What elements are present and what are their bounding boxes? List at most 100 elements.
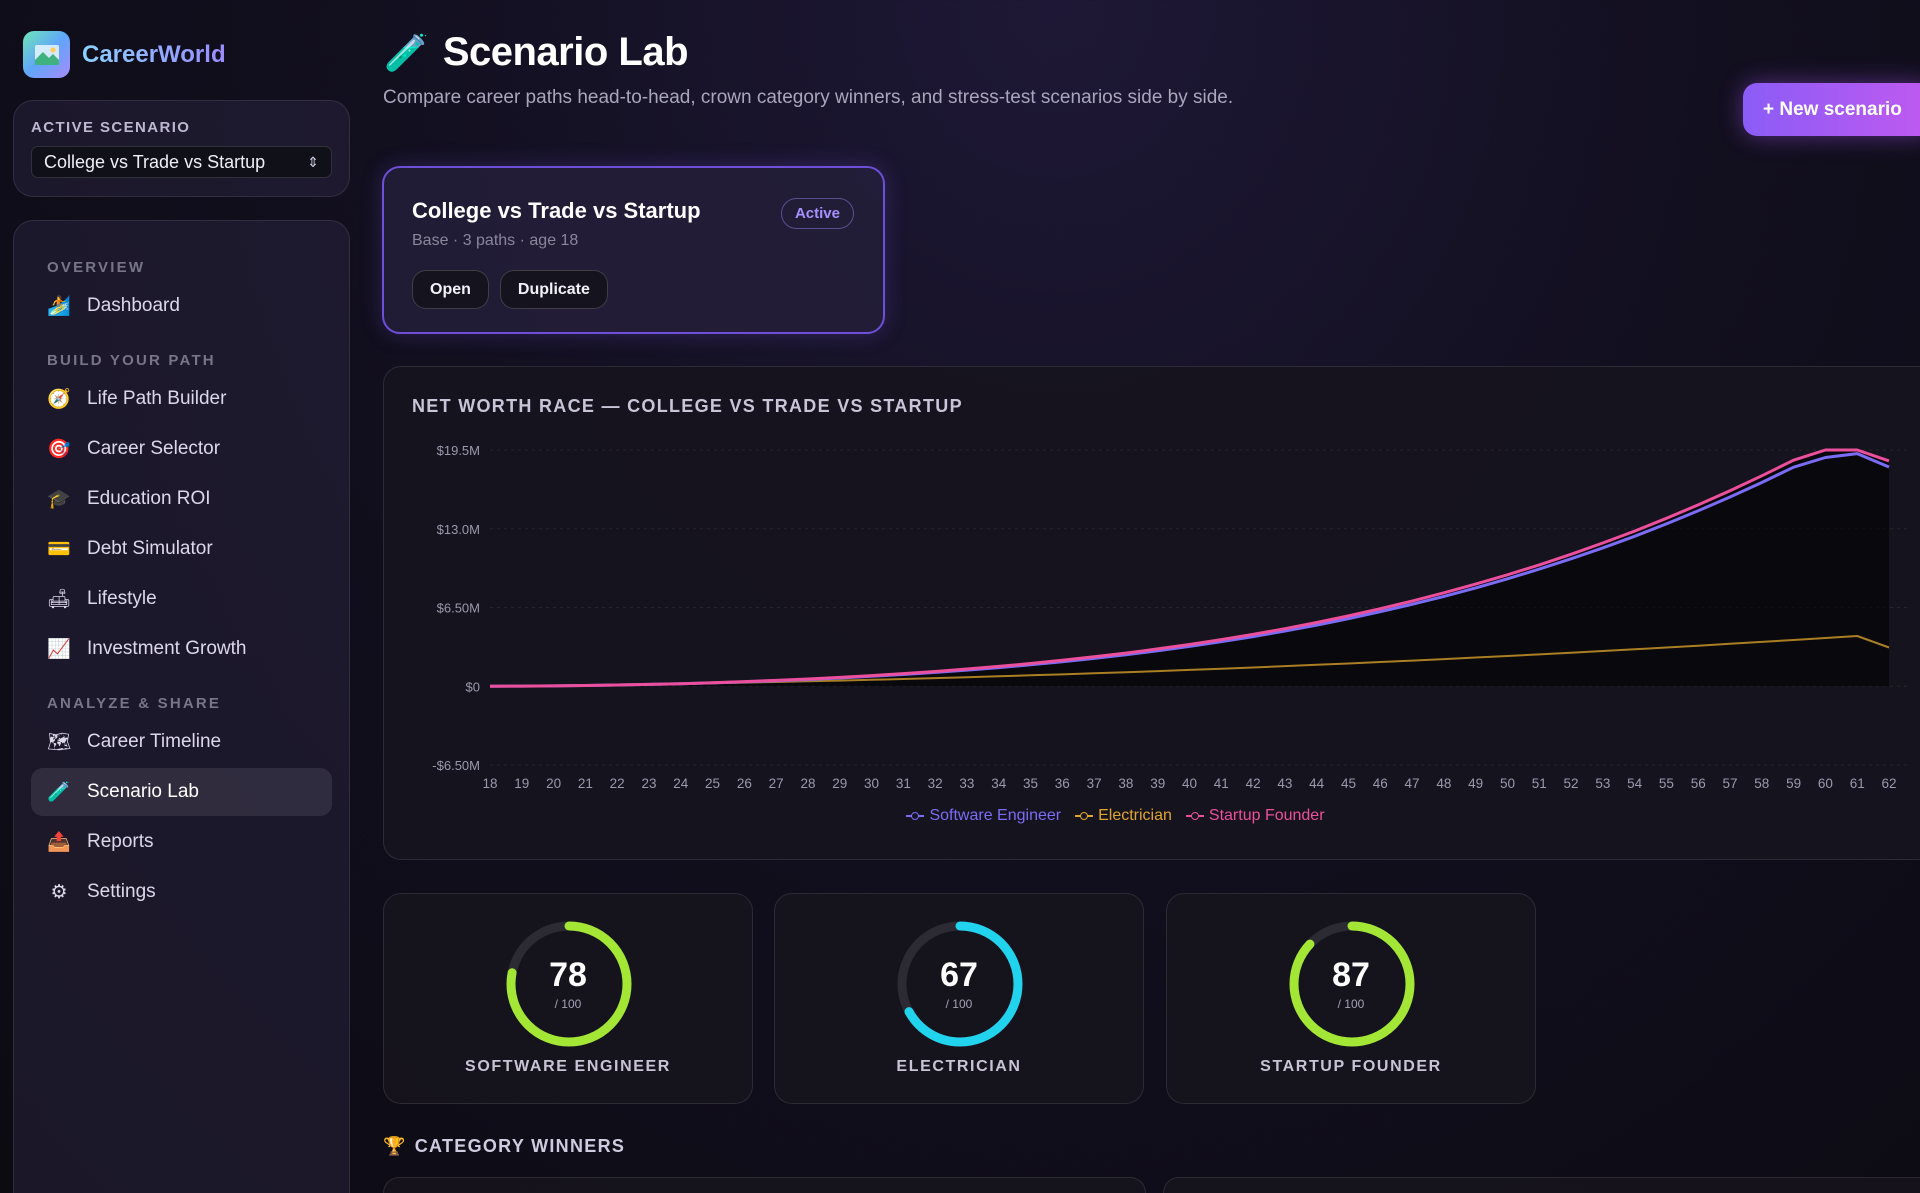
scenario-card-meta: Base · 3 paths · age 18 [412, 232, 579, 249]
x-tick-label: 35 [1023, 776, 1038, 791]
x-tick-label: 51 [1532, 776, 1547, 791]
x-tick-label: 18 [482, 776, 497, 791]
sidebar-item-reports[interactable]: 📤 Reports [31, 818, 332, 866]
x-tick-label: 46 [1373, 776, 1388, 791]
category-winner-card [1163, 1177, 1920, 1193]
sidebar-nav: OVERVIEW 🏄 Dashboard BUILD YOUR PATH 🧭 L… [13, 220, 350, 1193]
score-card-startup-founder: 87 / 100 STARTUP FOUNDER [1166, 893, 1536, 1104]
x-tick-label: 45 [1341, 776, 1356, 791]
sidebar-item-label: Debt Simulator [87, 538, 213, 559]
sidebar-item-life-path-builder[interactable]: 🧭 Life Path Builder [31, 375, 332, 423]
area-fill [490, 450, 1889, 687]
sidebar-item-career-selector[interactable]: 🎯 Career Selector [31, 425, 332, 473]
sidebar-item-settings[interactable]: ⚙ Settings [31, 868, 332, 916]
x-tick-label: 28 [800, 776, 815, 791]
x-tick-label: 57 [1723, 776, 1738, 791]
target-icon: 🎯 [47, 439, 71, 460]
category-winners-title: CATEGORY WINNERS [414, 1136, 626, 1156]
x-tick-label: 37 [1087, 776, 1102, 791]
sidebar-item-investment-growth[interactable]: 📈 Investment Growth [31, 625, 332, 673]
x-tick-label: 43 [1277, 776, 1292, 791]
y-tick-label: -$6.50M [432, 758, 480, 773]
map-icon: 🗺 [47, 732, 72, 753]
x-tick-label: 41 [1214, 776, 1229, 791]
x-tick-label: 23 [641, 776, 656, 791]
x-tick-label: 36 [1055, 776, 1070, 791]
sidebar-item-label: Education ROI [87, 488, 211, 509]
legend-marker-icon [906, 811, 925, 821]
sidebar-item-label: Investment Growth [87, 638, 247, 659]
legend-item[interactable]: Electrician [1075, 807, 1172, 825]
gear-icon: ⚙ [50, 881, 68, 903]
legend-marker-icon [1075, 811, 1094, 821]
page-subtitle: Compare career paths head-to-head, crown… [383, 87, 1234, 108]
credit-card-icon: 💳 [47, 539, 71, 560]
x-tick-label: 39 [1150, 776, 1165, 791]
category-winners-heading: 🏆 CATEGORY WINNERS [383, 1136, 625, 1157]
chart-title: NET WORTH RACE — COLLEGE VS TRADE VS STA… [412, 396, 963, 416]
chart-up-icon: 📈 [47, 639, 71, 660]
x-tick-label: 48 [1436, 776, 1451, 791]
legend-item[interactable]: Software Engineer [906, 807, 1061, 825]
net-worth-chart: $19.5M $13.0M $6.50M $0 -$6.50M18 19 20 21 22 23 2… [432, 443, 1909, 791]
x-tick-label: 20 [546, 776, 561, 791]
legend-item[interactable]: Startup Founder [1185, 807, 1325, 825]
x-tick-label: 40 [1182, 776, 1197, 791]
brand[interactable]: CareerWorld [23, 31, 226, 78]
graduation-cap-icon: 🎓 [47, 489, 71, 510]
x-tick-label: 25 [705, 776, 720, 791]
x-tick-label: 42 [1246, 776, 1261, 791]
open-button[interactable]: Open [412, 270, 489, 309]
x-tick-label: 22 [610, 776, 625, 791]
y-tick-label: $19.5M [437, 443, 480, 458]
x-tick-label: 32 [928, 776, 943, 791]
score-label: ELECTRICIAN [896, 1058, 1022, 1075]
sidebar-item-label: Dashboard [87, 295, 180, 316]
sidebar-item-education-roi[interactable]: 🎓 Education ROI [31, 475, 332, 523]
legend-label: Electrician [1098, 807, 1172, 824]
score-value: 87 [1332, 956, 1370, 994]
net-worth-chart-panel: $19.5M $13.0M $6.50M $0 -$6.50M 18 19 20 21 22 23 2… [383, 366, 1920, 860]
sidebar-item-label: Settings [87, 881, 156, 902]
duplicate-button[interactable]: Duplicate [499, 270, 608, 309]
x-tick-label: 38 [1118, 776, 1133, 791]
sidebar-item-label: Lifestyle [87, 588, 157, 609]
score-label: STARTUP FOUNDER [1260, 1058, 1442, 1075]
x-tick-label: 56 [1691, 776, 1706, 791]
page-title-text: Scenario Lab [442, 30, 689, 74]
sidebar-item-career-timeline[interactable]: 🗺 Career Timeline [31, 718, 332, 766]
sidebar-item-scenario-lab[interactable]: 🧪 Scenario Lab [31, 768, 332, 816]
y-tick-label: $6.50M [437, 601, 480, 616]
nav-section-overview: OVERVIEW [47, 259, 146, 276]
active-scenario-select[interactable]: College vs Trade vs Startup ⇕ [31, 146, 332, 178]
compass-icon: 🧭 [47, 389, 71, 410]
x-tick-label: 59 [1786, 776, 1801, 791]
x-tick-label: 33 [959, 776, 974, 791]
x-tick-label: 61 [1850, 776, 1865, 791]
x-tick-label: 34 [991, 776, 1007, 791]
sidebar-item-lifestyle[interactable]: 🛋 Lifestyle [31, 575, 332, 623]
x-tick-label: 19 [514, 776, 529, 791]
sidebar-item-debt-simulator[interactable]: 💳 Debt Simulator [31, 525, 332, 573]
sidebar-item-dashboard[interactable]: 🏄 Dashboard [31, 282, 332, 330]
y-tick-label: $0 [466, 679, 480, 694]
sidebar-item-label: Reports [87, 831, 154, 852]
x-tick-label: 26 [737, 776, 752, 791]
scenario-card[interactable]: College vs Trade vs Startup Base · 3 pat… [382, 166, 885, 334]
x-tick-label: 58 [1754, 776, 1769, 791]
score-card-software-engineer: 78 / 100 SOFTWARE ENGINEER [383, 893, 753, 1104]
active-scenario-panel: ACTIVE SCENARIO College vs Trade vs Star… [13, 100, 350, 197]
x-tick-label: 44 [1309, 776, 1325, 791]
legend-label: Startup Founder [1208, 807, 1325, 824]
x-tick-label: 30 [864, 776, 879, 791]
new-scenario-button[interactable]: + New scenario [1743, 83, 1920, 136]
active-scenario-value: College vs Trade vs Startup [44, 151, 266, 172]
y-tick-label: $13.0M [437, 522, 480, 537]
category-winner-card [383, 1177, 1146, 1193]
sidebar-item-label: Life Path Builder [87, 388, 227, 409]
test-tube-icon: 🧪 [384, 31, 429, 73]
x-tick-label: 21 [578, 776, 593, 791]
outbox-icon: 📤 [47, 832, 71, 853]
map-icon [23, 31, 70, 78]
sidebar-item-label: Career Selector [87, 438, 221, 459]
